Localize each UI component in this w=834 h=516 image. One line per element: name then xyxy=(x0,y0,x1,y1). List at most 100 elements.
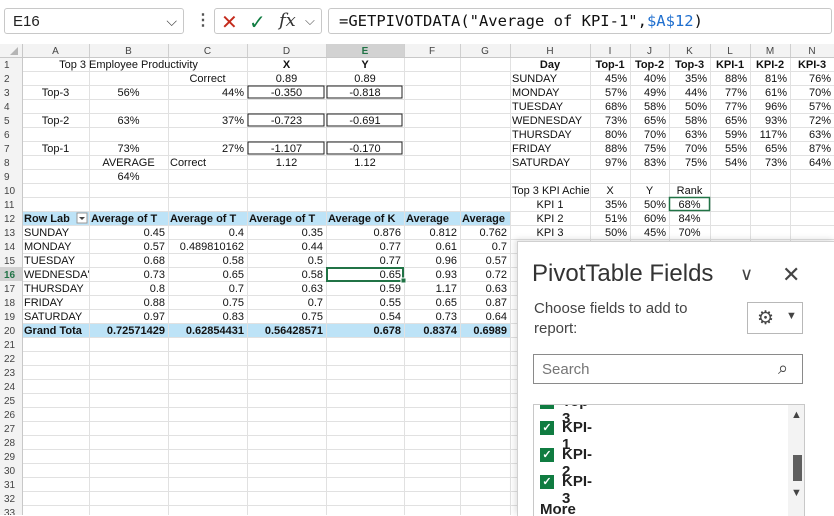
cell-l1[interactable]: KPI-1 xyxy=(716,59,744,71)
cell-n8[interactable]: 64% xyxy=(809,157,831,169)
cell-c2[interactable]: Correct xyxy=(189,73,225,85)
column-header-l[interactable]: L xyxy=(727,46,733,57)
cell-h10[interactable]: Top 3 KPI Achie xyxy=(512,185,590,197)
cell-c20[interactable]: 0.62854431 xyxy=(186,325,244,337)
cell-e2[interactable]: 0.89 xyxy=(354,73,375,85)
row-header-28[interactable]: 28 xyxy=(4,438,16,449)
cell-c12[interactable]: Average of T xyxy=(170,213,237,225)
column-header-i[interactable]: I xyxy=(609,46,612,57)
cell-c5[interactable]: 37% xyxy=(222,115,244,127)
row-header-29[interactable]: 29 xyxy=(4,452,16,463)
cell-a16[interactable]: WEDNESDA' xyxy=(24,269,90,281)
cell-e20[interactable]: 0.678 xyxy=(373,325,401,337)
cell-d5[interactable]: -0.723 xyxy=(271,115,302,127)
cell-m6[interactable]: 117% xyxy=(760,129,788,141)
cell-l7[interactable]: 55% xyxy=(725,143,747,155)
column-header-g[interactable]: G xyxy=(481,46,489,57)
row-header-25[interactable]: 25 xyxy=(4,396,16,407)
cell-f14[interactable]: 0.61 xyxy=(436,241,457,253)
cell-f17[interactable]: 1.17 xyxy=(436,283,457,295)
row-header-13[interactable]: 13 xyxy=(4,228,16,239)
row-header-4[interactable]: 4 xyxy=(4,102,10,113)
row-header-8[interactable]: 8 xyxy=(4,158,10,169)
column-header-m[interactable]: M xyxy=(766,46,774,57)
cell-f20[interactable]: 0.8374 xyxy=(423,325,458,337)
cell-a17[interactable]: THURSDAY xyxy=(24,283,84,295)
cell-a12[interactable]: Row Lab xyxy=(24,213,70,225)
cell-k2[interactable]: 35% xyxy=(685,73,707,85)
checkbox-icon[interactable]: ✓ xyxy=(540,448,554,462)
cell-i5[interactable]: 73% xyxy=(605,115,627,127)
cell-m8[interactable]: 73% xyxy=(765,157,787,169)
cell-c17[interactable]: 0.7 xyxy=(229,283,244,295)
cell-k11[interactable]: 68% xyxy=(678,199,700,211)
cell-e15[interactable]: 0.77 xyxy=(380,255,401,267)
field-search-input[interactable] xyxy=(533,354,803,384)
column-header-a[interactable]: A xyxy=(52,46,59,57)
column-header-n[interactable]: N xyxy=(808,46,815,57)
cell-h11[interactable]: KPI 1 xyxy=(537,199,564,211)
cell-d14[interactable]: 0.44 xyxy=(302,241,323,253)
cell-b15[interactable]: 0.68 xyxy=(144,255,165,267)
cell-f18[interactable]: 0.65 xyxy=(436,297,457,309)
cell-i11[interactable]: 35% xyxy=(605,199,627,211)
cell-j3[interactable]: 49% xyxy=(644,87,666,99)
row-header-5[interactable]: 5 xyxy=(4,116,10,127)
cell-i3[interactable]: 57% xyxy=(605,87,627,99)
cell-e8[interactable]: 1.12 xyxy=(354,157,375,169)
cell-k7[interactable]: 70% xyxy=(685,143,707,155)
row-header-16[interactable]: 16 xyxy=(4,270,16,281)
row-header-32[interactable]: 32 xyxy=(4,494,16,505)
row-header-26[interactable]: 26 xyxy=(4,410,16,421)
cell-d13[interactable]: 0.35 xyxy=(302,227,323,239)
cell-e5[interactable]: -0.691 xyxy=(349,115,380,127)
cell-d15[interactable]: 0.5 xyxy=(308,255,323,267)
cell-b5[interactable]: 63% xyxy=(117,115,139,127)
cell-c18[interactable]: 0.75 xyxy=(223,297,244,309)
cell-j6[interactable]: 70% xyxy=(644,129,666,141)
cell-g19[interactable]: 0.64 xyxy=(486,311,507,323)
row-header-18[interactable]: 18 xyxy=(4,298,16,309)
cell-j11[interactable]: 50% xyxy=(644,199,666,211)
name-box[interactable]: E16 ⌵ xyxy=(4,8,184,34)
row-header-27[interactable]: 27 xyxy=(4,424,16,435)
row-header-11[interactable]: 11 xyxy=(4,200,15,211)
cell-k3[interactable]: 44% xyxy=(685,87,707,99)
cell-i10[interactable]: X xyxy=(606,185,614,197)
cell-f19[interactable]: 0.73 xyxy=(436,311,457,323)
cell-g20[interactable]: 0.6989 xyxy=(473,325,507,337)
cell-b3[interactable]: 56% xyxy=(117,87,139,99)
cell-d2[interactable]: 0.89 xyxy=(276,73,297,85)
cell-k13[interactable]: 70% xyxy=(678,227,700,239)
row-header-20[interactable]: 20 xyxy=(4,326,16,337)
row-header-30[interactable]: 30 xyxy=(4,466,16,477)
column-header-j[interactable]: J xyxy=(647,46,652,57)
row-header-17[interactable]: 17 xyxy=(4,284,16,295)
cell-h5[interactable]: WEDNESDAY xyxy=(512,115,583,127)
cell-n4[interactable]: 57% xyxy=(809,101,831,113)
cell-j1[interactable]: Top-2 xyxy=(635,59,664,71)
column-header-e[interactable]: E xyxy=(362,46,369,57)
cell-b18[interactable]: 0.88 xyxy=(144,297,165,309)
cell-n6[interactable]: 63% xyxy=(809,129,831,141)
cell-e19[interactable]: 0.54 xyxy=(380,311,401,323)
row-header-10[interactable]: 10 xyxy=(4,186,16,197)
cell-d19[interactable]: 0.75 xyxy=(302,311,323,323)
cell-b16[interactable]: 0.73 xyxy=(144,269,165,281)
cell-f13[interactable]: 0.812 xyxy=(429,227,457,239)
cell-b9[interactable]: 64% xyxy=(117,171,139,183)
cell-e13[interactable]: 0.876 xyxy=(373,227,401,239)
row-header-7[interactable]: 7 xyxy=(4,144,10,155)
cell-a13[interactable]: SUNDAY xyxy=(24,227,70,239)
cell-h1[interactable]: Day xyxy=(540,59,561,71)
cell-m5[interactable]: 93% xyxy=(765,115,787,127)
cell-a14[interactable]: MONDAY xyxy=(24,241,72,253)
cell-d1[interactable]: X xyxy=(283,59,291,71)
row-header-22[interactable]: 22 xyxy=(4,354,16,365)
chevron-down-icon[interactable]: ⌵ xyxy=(305,13,315,29)
column-header-c[interactable]: C xyxy=(204,46,211,57)
cell-i7[interactable]: 88% xyxy=(605,143,627,155)
cell-n7[interactable]: 87% xyxy=(809,143,831,155)
cell-m3[interactable]: 61% xyxy=(765,87,787,99)
column-header-b[interactable]: B xyxy=(125,46,132,57)
